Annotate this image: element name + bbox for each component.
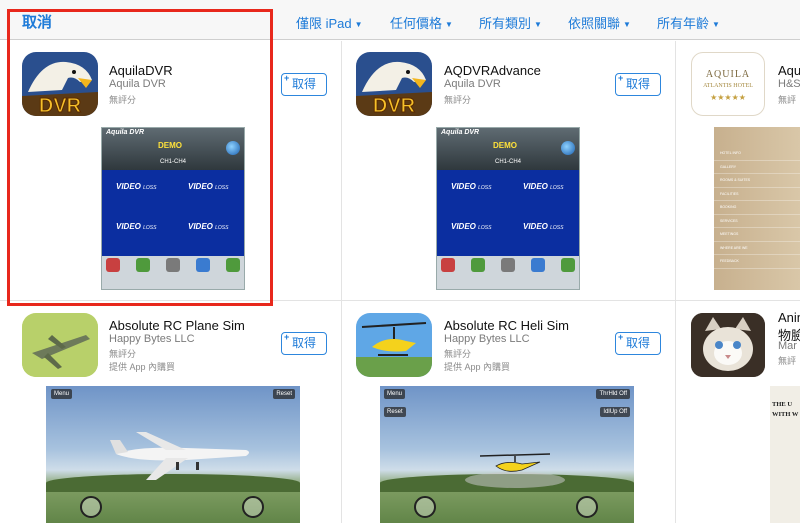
- app-rating: 無評: [778, 95, 797, 105]
- plus-icon: +: [618, 332, 624, 342]
- helicopter-image: [465, 453, 565, 488]
- app-rating: 無評分: [444, 349, 472, 359]
- caret-down-icon: ▼: [623, 20, 631, 29]
- screenshot-menu-item: FEEDBACK: [714, 255, 800, 269]
- cat-icon[interactable]: [691, 313, 765, 377]
- app-screenshot[interactable]: Menu Reset ThrHld Off IdlUp Off: [380, 386, 634, 523]
- screenshot-menu-item: ROOMS & SUITES: [714, 174, 800, 188]
- get-button-label: 取得: [625, 77, 650, 91]
- eagle-dvr-icon[interactable]: DVR: [356, 52, 432, 116]
- caret-down-icon: ▼: [354, 20, 363, 29]
- screenshot-throttle-button: ThrHld Off: [596, 389, 630, 399]
- screenshot-menu-button: Menu: [51, 389, 73, 399]
- screenshot-idle-button: IdlUp Off: [600, 407, 630, 417]
- screenshot-menu-item: HOTEL INFO: [714, 147, 800, 161]
- app-rating: 無評分: [444, 95, 472, 105]
- screenshot-menu-item: FACILITIES: [714, 188, 800, 201]
- app-title[interactable]: Anim: [778, 310, 800, 325]
- filter-device-label: 僅限 iPad: [296, 16, 352, 31]
- filter-device[interactable]: 僅限 iPad ▼: [296, 13, 363, 32]
- filter-price[interactable]: 任何價格 ▼: [390, 13, 453, 32]
- screenshot-app-label: Aquila DVR: [441, 129, 480, 136]
- get-button-label: 取得: [625, 336, 650, 350]
- app-iap-note: 提供 App 內購買: [109, 362, 176, 372]
- app-screenshot[interactable]: Menu Reset: [46, 386, 300, 523]
- video-tile: VIDEO LOSS: [451, 222, 492, 231]
- screenshot-channel-label: CH1-CH4: [494, 159, 521, 165]
- app-screenshot[interactable]: THE U WITH W: [770, 386, 800, 523]
- screenshot-toolbar: [437, 256, 579, 289]
- screenshot-menu-button: Menu: [384, 389, 406, 399]
- get-button[interactable]: + 取得: [281, 73, 327, 96]
- selection-highlight: [7, 9, 273, 306]
- filter-price-label: 任何價格: [390, 16, 443, 31]
- app-title[interactable]: Absolute RC Plane Sim: [109, 318, 245, 333]
- left-stick: [414, 496, 436, 518]
- column-divider: [675, 41, 676, 523]
- app-title[interactable]: Aqu: [778, 63, 800, 78]
- filter-age-label: 所有年齡: [657, 16, 710, 31]
- helicopter-icon[interactable]: [356, 313, 432, 377]
- get-button-label: 取得: [291, 336, 316, 350]
- caret-down-icon: ▼: [712, 20, 720, 29]
- app-developer: H&S: [778, 78, 800, 90]
- app-title[interactable]: AQDVRAdvance: [444, 63, 541, 78]
- filter-age[interactable]: 所有年齡 ▼: [657, 13, 720, 32]
- app-developer: Mar: [778, 340, 797, 352]
- get-button[interactable]: + 取得: [615, 332, 661, 355]
- plus-icon: +: [618, 73, 624, 83]
- globe-icon: [561, 141, 575, 155]
- right-stick: [242, 496, 264, 518]
- filter-category-label: 所有類別: [479, 16, 532, 31]
- screenshot-menu-item: MEETINGS: [714, 228, 800, 242]
- svg-text:DVR: DVR: [373, 95, 416, 116]
- screenshot-demo-label: DEMO: [493, 141, 517, 150]
- column-divider: [341, 41, 342, 523]
- app-title[interactable]: Absolute RC Heli Sim: [444, 318, 569, 333]
- app-rating: 無評: [778, 356, 797, 366]
- screenshot-reset-button: Reset: [384, 407, 406, 417]
- app-developer: Happy Bytes LLC: [109, 333, 195, 345]
- app-iap-note: 提供 App 內購買: [444, 362, 511, 372]
- video-tile: VIDEO LOSS: [451, 182, 492, 191]
- left-stick: [80, 496, 102, 518]
- screenshot-menu-item: SERVICES: [714, 215, 800, 228]
- get-button[interactable]: + 取得: [281, 332, 327, 355]
- screenshot-header: Aquila DVR DEMO CH1-CH4: [437, 128, 579, 170]
- screenshot-reset-button: Reset: [273, 389, 295, 399]
- get-button[interactable]: + 取得: [615, 73, 661, 96]
- app-developer: Happy Bytes LLC: [444, 333, 530, 345]
- plane-icon[interactable]: [22, 313, 98, 377]
- plus-icon: +: [284, 73, 290, 83]
- app-rating: 無評分: [109, 349, 137, 359]
- airliner-image: [110, 432, 249, 480]
- screenshot-menu-item: BOOKING: [714, 201, 800, 215]
- screenshot-menu-item: WHERE ARE WE: [714, 242, 800, 255]
- get-button-label: 取得: [291, 77, 316, 91]
- filter-category[interactable]: 所有類別 ▼: [479, 13, 542, 32]
- filter-sort[interactable]: 依照關聯 ▼: [568, 13, 631, 32]
- video-tile: VIDEO LOSS: [523, 182, 564, 191]
- caret-down-icon: ▼: [445, 20, 453, 29]
- screenshot-menu: HOTEL INFO GALLERY ROOMS & SUITES FACILITIE…: [714, 147, 800, 269]
- screenshot-menu-item: GALLERY: [714, 161, 800, 174]
- app-screenshot[interactable]: Aquila DVR DEMO CH1-CH4 VIDEO LOSS VIDEO…: [436, 127, 580, 290]
- hotel-logo-icon[interactable]: AQUILA ATLANTIS HOTEL ★★★★★: [691, 52, 765, 116]
- plus-icon: +: [284, 332, 290, 342]
- right-stick: [576, 496, 598, 518]
- app-screenshot[interactable]: HOTEL INFO GALLERY ROOMS & SUITES FACILITIE…: [714, 127, 800, 290]
- filter-sort-label: 依照關聯: [568, 16, 621, 31]
- video-tile: VIDEO LOSS: [523, 222, 564, 231]
- app-developer: Aquila DVR: [444, 78, 501, 90]
- screenshot-book-title: THE U WITH W: [772, 401, 799, 418]
- caret-down-icon: ▼: [534, 20, 542, 29]
